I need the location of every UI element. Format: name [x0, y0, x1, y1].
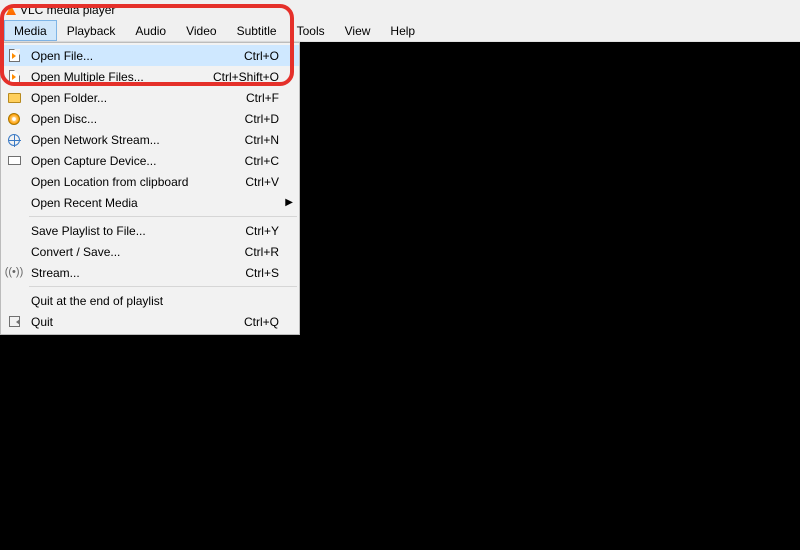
menuitem-shortcut: Ctrl+Y — [199, 224, 279, 238]
menuitem-label: Open Location from clipboard — [27, 175, 199, 189]
menuitem-stream[interactable]: ((•))Stream...Ctrl+S — [1, 262, 299, 283]
menuitem-shortcut: Ctrl+F — [199, 91, 279, 105]
file-play-icon — [1, 70, 27, 83]
menuitem-shortcut: Ctrl+D — [199, 112, 279, 126]
quit-icon — [1, 316, 27, 327]
menuitem-open-clipboard[interactable]: Open Location from clipboardCtrl+V — [1, 171, 299, 192]
network-icon — [1, 134, 27, 146]
menuitem-shortcut: Ctrl+S — [199, 266, 279, 280]
menuitem-label: Open Network Stream... — [27, 133, 199, 147]
menuitem-open-disc[interactable]: Open Disc...Ctrl+D — [1, 108, 299, 129]
file-play-icon — [1, 49, 27, 62]
menuitem-label: Quit at the end of playlist — [27, 294, 199, 308]
menuitem-open-network[interactable]: Open Network Stream...Ctrl+N — [1, 129, 299, 150]
menu-subtitle[interactable]: Subtitle — [227, 20, 287, 41]
stream-icon: ((•)) — [1, 267, 27, 278]
menuitem-shortcut: Ctrl+O — [199, 49, 279, 63]
menu-media[interactable]: Media — [4, 20, 57, 41]
title-bar: VLC media player — [0, 0, 800, 20]
menuitem-open-recent[interactable]: Open Recent Media ▶ — [1, 192, 299, 213]
menuitem-label: Open Multiple Files... — [27, 70, 199, 84]
menuitem-label: Open Disc... — [27, 112, 199, 126]
folder-icon — [1, 93, 27, 103]
menuitem-label: Save Playlist to File... — [27, 224, 199, 238]
menu-view[interactable]: View — [335, 20, 381, 41]
menuitem-label: Stream... — [27, 266, 199, 280]
menuitem-label: Open Recent Media — [27, 196, 199, 210]
menuitem-label: Open Capture Device... — [27, 154, 199, 168]
menuitem-open-file[interactable]: Open File...Ctrl+O — [1, 45, 299, 66]
menu-bar: MediaPlaybackAudioVideoSubtitleToolsView… — [0, 20, 800, 42]
menuitem-label: Convert / Save... — [27, 245, 199, 259]
menuitem-label: Open File... — [27, 49, 199, 63]
menuitem-open-multiple[interactable]: Open Multiple Files...Ctrl+Shift+O — [1, 66, 299, 87]
menuitem-save-playlist[interactable]: Save Playlist to File...Ctrl+Y — [1, 220, 299, 241]
menu-audio[interactable]: Audio — [125, 20, 176, 41]
menuitem-shortcut: Ctrl+C — [199, 154, 279, 168]
menuitem-convert-save[interactable]: Convert / Save...Ctrl+R — [1, 241, 299, 262]
capture-icon — [1, 156, 27, 165]
menuitem-open-capture[interactable]: Open Capture Device...Ctrl+C — [1, 150, 299, 171]
menuitem-quit[interactable]: QuitCtrl+Q — [1, 311, 299, 332]
menu-help[interactable]: Help — [380, 20, 425, 41]
vlc-cone-icon — [6, 5, 16, 15]
menuitem-shortcut: Ctrl+V — [199, 175, 279, 189]
disc-icon — [1, 113, 27, 125]
menuitem-label: Quit — [27, 315, 199, 329]
menu-tools[interactable]: Tools — [287, 20, 335, 41]
menuitem-label: Open Folder... — [27, 91, 199, 105]
menuitem-shortcut: Ctrl+Shift+O — [199, 70, 279, 84]
menuitem-shortcut: Ctrl+N — [199, 133, 279, 147]
menuitem-shortcut: Ctrl+R — [199, 245, 279, 259]
menuitem-quit-end[interactable]: Quit at the end of playlist — [1, 290, 299, 311]
submenu-arrow-icon: ▶ — [279, 197, 293, 208]
menu-video[interactable]: Video — [176, 20, 226, 41]
window-title: VLC media player — [20, 3, 115, 17]
menuitem-shortcut: Ctrl+Q — [199, 315, 279, 329]
menuitem-open-folder[interactable]: Open Folder...Ctrl+F — [1, 87, 299, 108]
media-dropdown: Open File...Ctrl+OOpen Multiple Files...… — [0, 42, 300, 335]
menu-playback[interactable]: Playback — [57, 20, 126, 41]
